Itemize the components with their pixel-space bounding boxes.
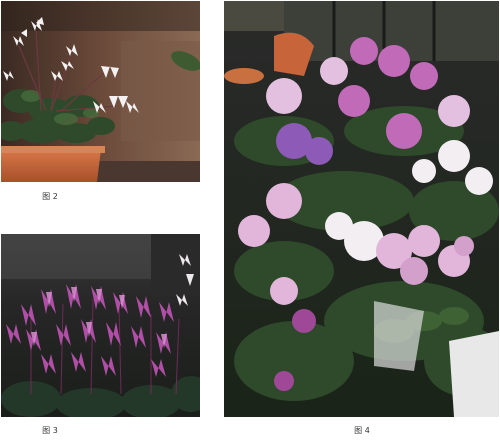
mixed-cyclamen-greenhouse-image: [224, 1, 499, 417]
figure-2-caption: 图 2: [42, 192, 58, 201]
pink-cyclamen-image: [1, 234, 200, 417]
figure-4-caption: 图 4: [354, 426, 370, 435]
figure-2-photo: [1, 1, 200, 182]
figure-4-photo: [224, 1, 499, 417]
white-cyclamen-image: [1, 1, 200, 182]
figure-3-photo: [1, 234, 200, 417]
figure-3-caption: 图 3: [42, 426, 58, 435]
